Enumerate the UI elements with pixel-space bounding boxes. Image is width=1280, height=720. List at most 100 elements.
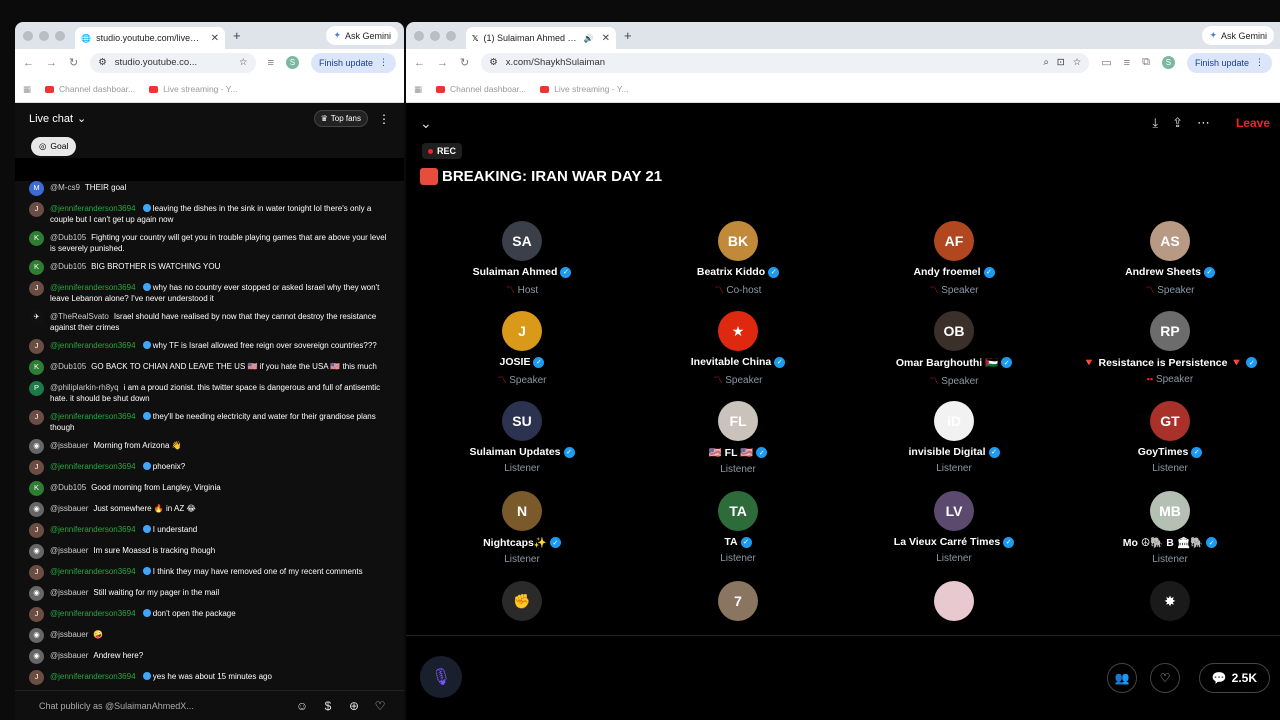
reload-icon[interactable]: ↻ [460,56,469,69]
chat-message[interactable]: P @philiplarkin-rh8yq i am a proud zionist… [29,381,394,404]
side-panel-icon[interactable]: ▭ [1101,56,1111,69]
chat-input[interactable]: Chat publicly as @SulaimanAhmedX... [39,701,284,711]
profile-avatar[interactable]: S [285,56,299,69]
site-settings-icon[interactable]: ⚙ [489,57,498,68]
goal-chip[interactable]: ◎ Goal [31,136,77,156]
message-author[interactable]: @jenniferanderson3694 [50,525,136,534]
message-author[interactable]: @jenniferanderson3694 [50,462,136,471]
participant[interactable]: BK Beatrix Kiddo ✓ 〽 Co-host [630,219,846,309]
browser-tab[interactable]: 🌐 studio.youtube.com/live_chat ✕ [75,27,225,49]
chat-message[interactable]: J @jenniferanderson3694 phoenix? [29,460,394,475]
site-settings-icon[interactable]: ⚙ [98,57,107,68]
participant[interactable]: AF Andy froemel ✓ 〽 Speaker [846,219,1062,309]
participant[interactable]: AS Andrew Sheets ✓ 〽 Speaker [1062,219,1278,309]
message-author[interactable]: @jenniferanderson3694 [50,204,136,213]
chat-message[interactable]: J @jenniferanderson3694 leaving the dishe… [29,202,394,225]
participant[interactable]: FL 🇺🇸 FL 🇺🇸 ✓ Listener [630,399,846,489]
browser-tab[interactable]: 𝕏 (1) Sulaiman Ahmed (@ShaykhSulaiman) 🔊… [466,27,616,49]
participant[interactable]: OB Omar Barghouthi 🇵🇸 ✓ 〽 Speaker [846,309,1062,399]
comments-count-button[interactable]: 💬 2.5K [1198,663,1270,693]
participant[interactable]: MB Mo ☮🐘 B 🏛🐘 ✓ Listener [1062,489,1278,579]
chat-message[interactable]: K @Dub105 BIG BROTHER IS WATCHING YOU [29,260,394,275]
chat-message[interactable]: ◉ @jssbauer Still waiting for my pager in … [29,586,394,601]
new-tab-icon[interactable]: + [233,28,241,43]
leave-button[interactable]: Leave [1236,116,1270,130]
speaker-icon[interactable]: 🔊 [584,34,594,43]
extensions-icon[interactable]: ⧉ [1142,56,1150,69]
window-controls[interactable] [414,30,456,41]
chat-message[interactable]: J @jenniferanderson3694 they'll be needin… [29,410,394,433]
chat-message[interactable]: J @jenniferanderson3694 yes he was about … [29,670,394,685]
message-author[interactable]: @Dub105 [50,262,86,271]
more-options-icon[interactable]: ⋮ [378,112,390,126]
close-tab-icon[interactable]: ✕ [602,33,610,44]
apps-icon[interactable]: ▦ [414,84,422,95]
message-author[interactable]: @jssbauer [50,546,88,555]
participant[interactable]: RP 🔻 Resistance is Persistence 🔻 ✓ ▪▪ Speak… [1062,309,1278,399]
live-chat-dropdown[interactable]: Live chat ⌄ [29,112,86,126]
bookmark-star-icon[interactable]: ☆ [239,57,248,68]
chat-message[interactable]: K @Dub105 Fighting your country will get y… [29,231,394,254]
chat-message[interactable]: ◉ @jssbauer Morning from Arizona 👋 [29,439,394,454]
chat-message[interactable]: ✈ @TheRealSvato Israel should have realise… [29,310,394,333]
participant[interactable]: LV La Vieux Carré Times ✓ Listener [846,489,1062,579]
message-author[interactable]: @jssbauer [50,504,88,513]
participant[interactable]: SU Sulaiman Updates ✓ Listener [414,399,630,489]
finish-update-button[interactable]: Finish update ⋮ [1186,52,1272,73]
back-icon[interactable]: ← [414,57,425,69]
message-author[interactable]: @jenniferanderson3694 [50,283,136,292]
message-author[interactable]: @jenniferanderson3694 [50,672,136,681]
message-author[interactable]: @jssbauer [50,651,88,660]
chat-message[interactable]: J @jenniferanderson3694 I understand [29,523,394,538]
message-author[interactable]: @jssbauer [50,441,88,450]
back-icon[interactable]: ← [23,57,34,69]
message-author[interactable]: @jenniferanderson3694 [50,412,136,421]
super-chat-icon[interactable]: $ [320,699,336,713]
bookmark-live-streaming[interactable]: Live streaming - Y... [149,84,237,94]
message-author[interactable]: @Dub105 [50,483,86,492]
message-author[interactable]: @jenniferanderson3694 [50,567,136,576]
participant[interactable]: J JOSIE ✓ 〽 Speaker [414,309,630,399]
message-author[interactable]: @Dub105 [50,233,86,242]
chat-message[interactable]: ◉ @jssbauer 🤪 [29,628,394,643]
forward-icon[interactable]: → [437,57,448,69]
reload-icon[interactable]: ↻ [69,56,78,69]
chat-message[interactable]: J @jenniferanderson3694 why TF is Israel … [29,339,394,354]
emoji-icon[interactable]: ☺ [294,699,310,713]
chat-message[interactable]: ◉ @jssbauer Just somewhere 🔥 in AZ 😂 [29,502,394,517]
dock-icon[interactable]: ⤓ [1152,115,1158,131]
bookmark-live-streaming[interactable]: Live streaming - Y... [540,84,628,94]
chat-message[interactable]: J @jenniferanderson3694 I think they may … [29,565,394,580]
ask-gemini-button[interactable]: ✦ Ask Gemini [326,26,398,45]
close-tab-icon[interactable]: ✕ [211,33,219,44]
share-icon[interactable]: ⇪ [1172,115,1183,131]
chat-message[interactable]: M @M-cs9 THEIR goal [29,181,394,196]
apps-icon[interactable]: ▦ [23,84,31,95]
forward-icon[interactable]: → [46,57,57,69]
participant[interactable]: ★ Inevitable China ✓ 〽 Speaker [630,309,846,399]
collapse-chevron-icon[interactable]: ⌄ [420,115,432,132]
bookmark-channel-dashboard[interactable]: Channel dashboar... [436,84,526,94]
chat-message[interactable]: ◉ @jssbauer Andrew here? [29,649,394,664]
microphone-button[interactable]: 🎙 [420,656,462,698]
message-author[interactable]: @TheRealSvato [50,312,109,321]
chat-message[interactable]: J @jenniferanderson3694 why has no countr… [29,281,394,304]
chat-message[interactable]: ◉ @jssbauer Im sure Moassd is tracking tho… [29,544,394,559]
window-controls[interactable] [23,30,65,41]
finish-update-button[interactable]: Finish update ⋮ [310,52,396,73]
chat-message[interactable]: K @Dub105 Good morning from Langley, Virgi… [29,481,394,496]
tab-search-icon[interactable]: ≡ [268,57,274,69]
message-author[interactable]: @jenniferanderson3694 [50,341,136,350]
new-tab-icon[interactable]: + [624,28,632,43]
participant[interactable]: GT GoyTimes ✓ Listener [1062,399,1278,489]
reactions-button[interactable]: ♡ [1150,663,1180,693]
top-fans-button[interactable]: ♛ Top fans [313,110,368,127]
people-button[interactable]: 👥 [1107,663,1137,693]
ask-gemini-button[interactable]: ✦ Ask Gemini [1202,26,1274,45]
chat-message[interactable]: J @jenniferanderson3694 don't open the pa… [29,607,394,622]
zoom-icon[interactable]: ⌕ [1043,57,1048,68]
participant[interactable]: N Nightcaps✨ ✓ Listener [414,489,630,579]
bookmark-star-icon[interactable]: ☆ [1073,57,1082,68]
tab-search-icon[interactable]: ≡ [1124,57,1130,69]
bookmark-channel-dashboard[interactable]: Channel dashboar... [45,84,135,94]
